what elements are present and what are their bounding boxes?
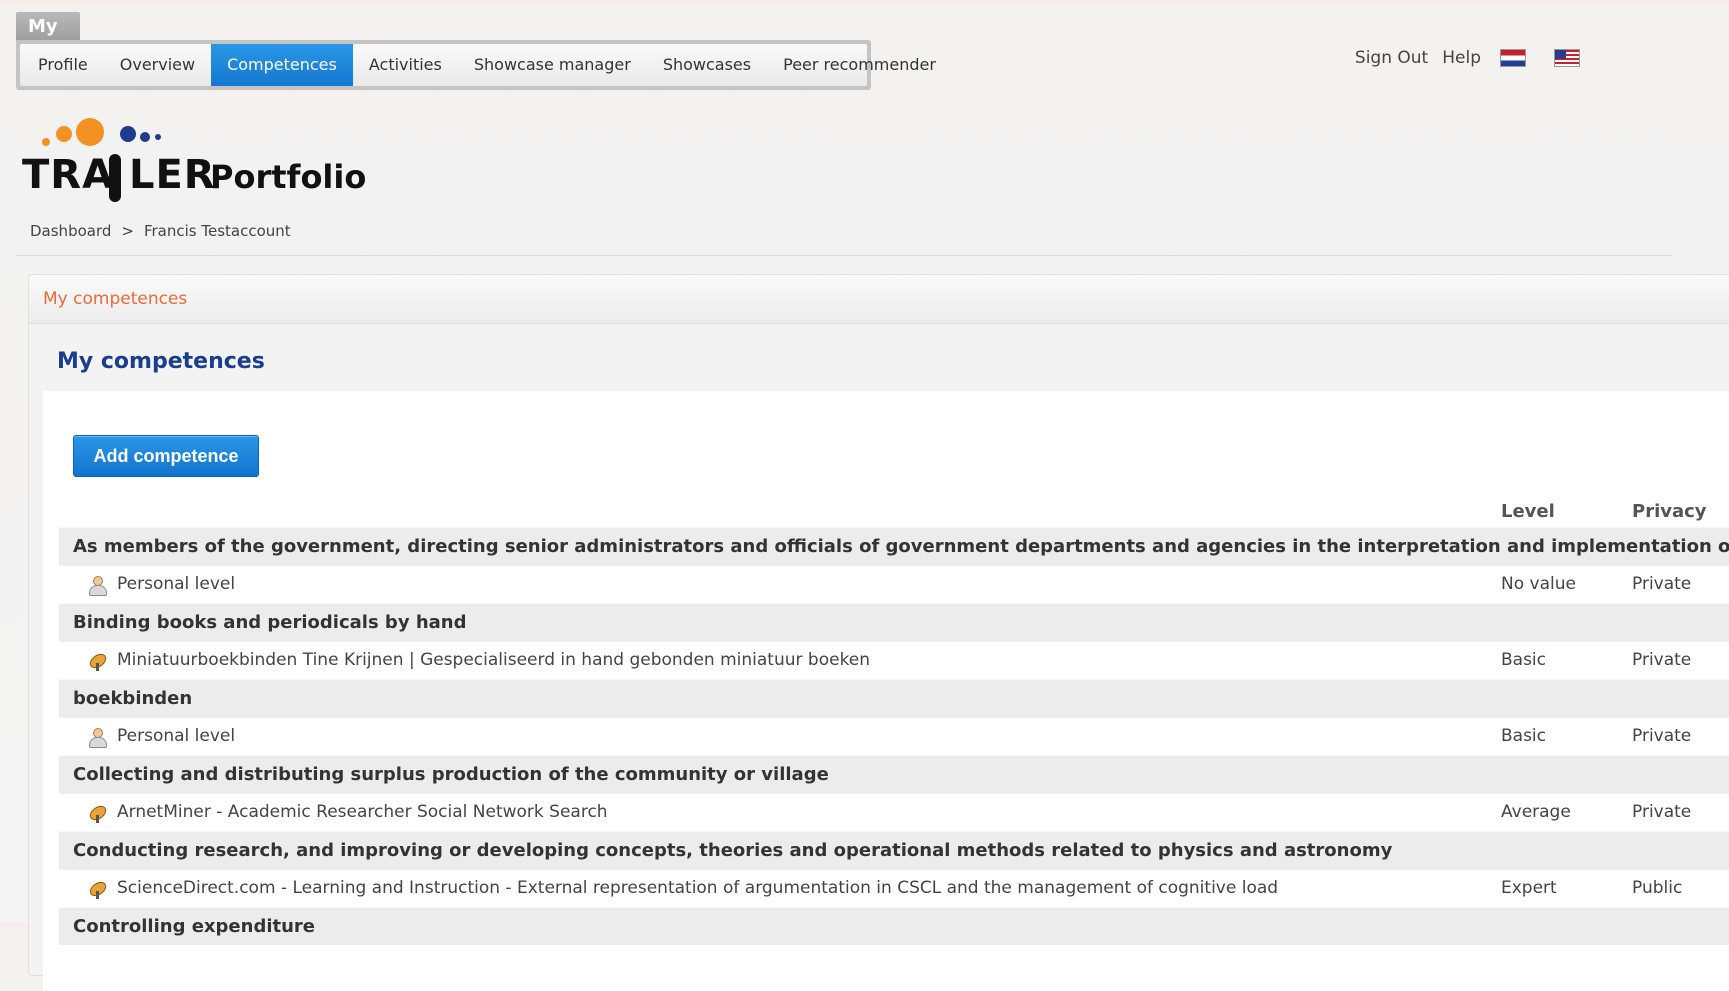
evidence-link[interactable]: Personal level xyxy=(117,718,235,755)
competence-group-row: Collecting and distributing surplus prod… xyxy=(59,755,1729,793)
trailer-portfolio-logo: TRA LER Portfolio xyxy=(22,118,366,206)
person-icon xyxy=(87,575,107,596)
sign-out-link[interactable]: Sign Out xyxy=(1355,48,1428,68)
level-value: Expert xyxy=(1501,878,1557,898)
person-icon xyxy=(87,727,107,748)
table-header: Level Privacy xyxy=(59,497,1729,527)
competences-panel: My competences My competences Add compet… xyxy=(28,274,1729,991)
nav-inner: Profile Overview Competences Activities … xyxy=(20,44,936,86)
help-link[interactable]: Help xyxy=(1442,48,1481,68)
top-links: Sign Out Help xyxy=(1355,48,1579,68)
competence-group-row: As members of the government, directing … xyxy=(59,527,1729,565)
breadcrumb-separator: > xyxy=(121,222,134,240)
table-row: Personal level Basic Private xyxy=(59,717,1729,755)
nav-item-peer-recommender[interactable]: Peer recommender xyxy=(767,44,952,86)
evidence-link[interactable]: Miniatuurboekbinden Tine Krijnen | Gespe… xyxy=(117,642,870,679)
logo-dot xyxy=(155,134,161,140)
satellite-icon xyxy=(87,650,109,672)
level-value: Basic xyxy=(1501,650,1547,670)
competences-table: Level Privacy As members of the governme… xyxy=(59,497,1729,945)
nav-item-competences[interactable]: Competences xyxy=(211,44,353,86)
nav-item-profile[interactable]: Profile xyxy=(22,44,104,86)
table-row: ScienceDirect.com - Learning and Instruc… xyxy=(59,869,1729,907)
column-header-level: Level xyxy=(1501,501,1555,522)
logo-dot xyxy=(140,132,150,142)
competence-group-row: Conducting research, and improving or de… xyxy=(59,831,1729,869)
nav-item-overview[interactable]: Overview xyxy=(104,44,211,86)
table-row: Miniatuurboekbinden Tine Krijnen | Gespe… xyxy=(59,641,1729,679)
breadcrumb: Dashboard > Francis Testaccount xyxy=(30,222,291,240)
header-divider xyxy=(16,255,1672,256)
dutch-flag-icon[interactable] xyxy=(1501,50,1525,66)
logo-dot xyxy=(76,118,104,146)
section-title: My competences xyxy=(57,349,265,374)
level-value: Average xyxy=(1501,802,1571,822)
column-header-privacy: Privacy xyxy=(1632,501,1707,522)
table-row: ArnetMiner - Academic Researcher Social … xyxy=(59,793,1729,831)
privacy-value: Private xyxy=(1632,650,1692,670)
logo-dot xyxy=(42,138,50,146)
logo-dot xyxy=(56,126,72,142)
level-value: No value xyxy=(1501,574,1576,594)
panel-header: My competences xyxy=(29,275,1729,324)
us-flag-icon[interactable] xyxy=(1555,50,1579,66)
my-tab[interactable]: My xyxy=(16,12,80,40)
nav-item-showcase-manager[interactable]: Showcase manager xyxy=(458,44,647,86)
nav-item-showcases[interactable]: Showcases xyxy=(647,44,767,86)
evidence-link[interactable]: ArnetMiner - Academic Researcher Social … xyxy=(117,794,608,831)
level-value: Basic xyxy=(1501,726,1547,746)
logo-subtitle: Portfolio xyxy=(210,158,367,196)
table-row: Personal level No value Private xyxy=(59,565,1729,603)
privacy-value: Private xyxy=(1632,574,1692,594)
satellite-icon xyxy=(87,802,109,824)
breadcrumb-current: Francis Testaccount xyxy=(143,222,291,240)
competences-content: Add competence Level Privacy As members … xyxy=(43,391,1729,991)
privacy-value: Private xyxy=(1632,726,1692,746)
privacy-value: Private xyxy=(1632,802,1692,822)
nav-item-activities[interactable]: Activities xyxy=(353,44,458,86)
competence-group-row: Binding books and periodicals by hand xyxy=(59,603,1729,641)
main-nav: Profile Overview Competences Activities … xyxy=(16,40,936,90)
privacy-value: Public xyxy=(1632,878,1683,898)
satellite-icon xyxy=(87,878,109,900)
competence-group-row: boekbinden xyxy=(59,679,1729,717)
logo-bar xyxy=(109,154,121,202)
logo-dot xyxy=(120,126,136,142)
breadcrumb-dashboard[interactable]: Dashboard xyxy=(30,222,111,240)
evidence-link[interactable]: Personal level xyxy=(117,566,235,603)
competence-group-row: Controlling expenditure xyxy=(59,907,1729,945)
add-competence-button[interactable]: Add competence xyxy=(73,435,259,477)
evidence-link[interactable]: ScienceDirect.com - Learning and Instruc… xyxy=(117,870,1278,907)
